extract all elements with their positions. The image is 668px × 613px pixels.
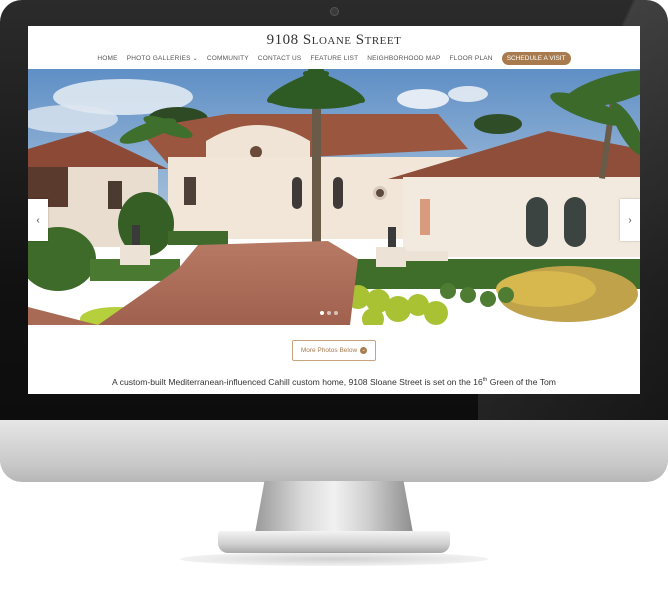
intro-text: A custom-built Mediterranean-influenced …: [112, 376, 483, 387]
chevron-right-icon: ›: [628, 214, 632, 226]
nav-photo-galleries[interactable]: PHOTO GALLERIES ⌄: [127, 55, 198, 62]
slider-dot[interactable]: [327, 311, 331, 315]
hero-slider: ‹ ›: [28, 69, 640, 325]
main-nav: HOME PHOTO GALLERIES ⌄ COMMUNITY CONTACT…: [28, 52, 640, 65]
more-photos-label: More Photos Below: [300, 347, 358, 354]
monitor-stand-neck: [255, 481, 413, 533]
site-title[interactable]: 9108 Sloane Street: [28, 32, 640, 49]
stand-shadow: [180, 552, 488, 566]
site-header: 9108 Sloane Street HOME PHOTO GALLERIES …: [28, 26, 640, 69]
slider-dot[interactable]: [334, 311, 338, 315]
chevron-left-icon: ‹: [36, 214, 40, 226]
intro-paragraph: A custom-built Mediterranean-influenced …: [68, 372, 600, 390]
website-screen: 9108 Sloane Street HOME PHOTO GALLERIES …: [28, 26, 640, 394]
nav-photo-galleries-label: PHOTO GALLERIES: [126, 55, 191, 62]
chevron-down-icon: ⌄: [192, 56, 198, 62]
schedule-visit-button[interactable]: SCHEDULE A VISIT: [501, 52, 571, 65]
nav-home[interactable]: HOME: [97, 55, 117, 62]
nav-community[interactable]: COMMUNITY: [207, 55, 249, 62]
slider-dot[interactable]: [320, 311, 324, 315]
camera-icon: [330, 7, 339, 16]
nav-floor-plan[interactable]: FLOOR PLAN: [450, 55, 493, 62]
more-photos-button[interactable]: More Photos Below ⌄: [292, 340, 376, 361]
nav-feature-list[interactable]: FEATURE LIST: [310, 55, 358, 62]
monitor-stand-foot: [218, 531, 450, 553]
house-photo: [28, 69, 640, 325]
slider-next-button[interactable]: ›: [620, 199, 640, 241]
nav-contact-us[interactable]: CONTACT US: [258, 55, 302, 62]
intro-text-cont: Green of the Tom: [487, 376, 556, 387]
arrow-circle-down-icon: ⌄: [360, 347, 368, 354]
slider-dots: [320, 311, 338, 315]
monitor-chin: [0, 420, 668, 482]
nav-neighborhood-map[interactable]: NEIGHBORHOOD MAP: [367, 55, 440, 62]
slider-prev-button[interactable]: ‹: [28, 199, 48, 241]
